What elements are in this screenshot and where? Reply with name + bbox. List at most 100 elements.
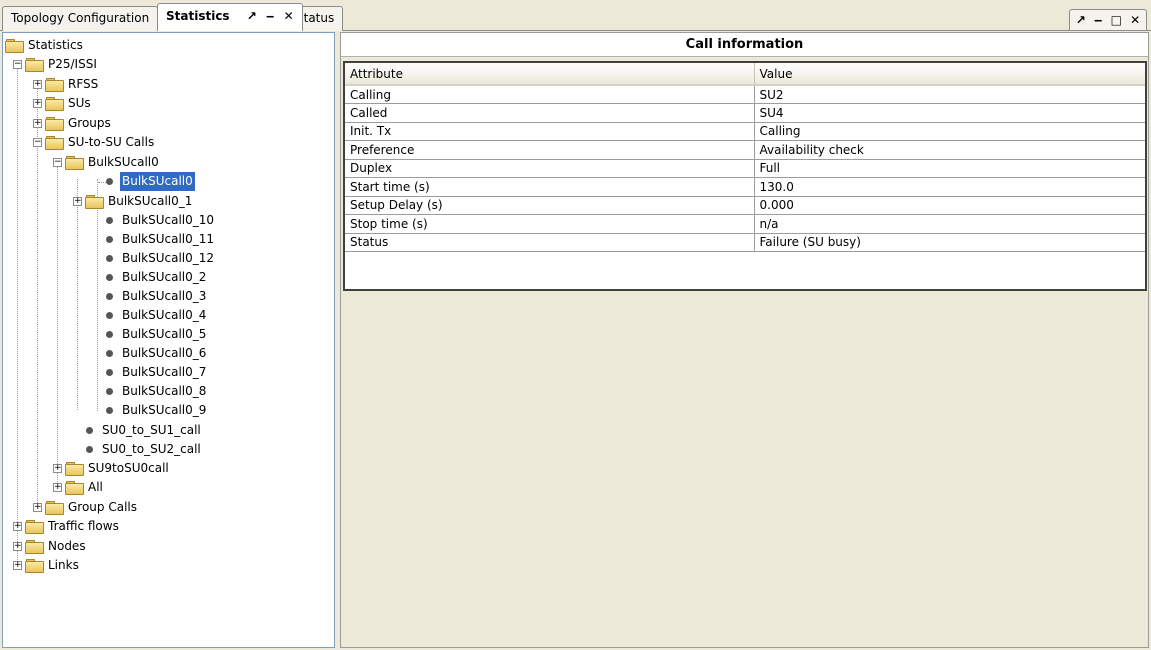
table-row[interactable]: Setup Delay (s) 0.000 — [345, 196, 1145, 215]
maximize-icon[interactable]: □ — [1111, 13, 1122, 27]
value-cell: SU4 — [754, 103, 1145, 123]
expand-toggle[interactable]: + — [33, 80, 42, 89]
value-cell: Failure (SU busy) — [754, 233, 1145, 252]
tree-node-label: BulkSUcall0_4 — [122, 308, 207, 322]
tree-node-sus[interactable]: SUs — [45, 94, 93, 113]
expand-toggle[interactable]: + — [13, 522, 22, 531]
leaf-icon — [106, 178, 113, 185]
tree-node-label: BulkSUcall0 — [88, 155, 159, 169]
tree-leaf-bulksucall0-10[interactable]: BulkSUcall0_10 — [106, 211, 216, 230]
tree-node-label: Nodes — [48, 539, 86, 553]
tree-node-label: BulkSUcall0_11 — [122, 232, 215, 246]
collapse-toggle[interactable]: − — [13, 60, 22, 69]
attribute-cell: Calling — [345, 85, 755, 104]
tree-node-groups[interactable]: Groups — [45, 114, 113, 133]
attribute-cell: Duplex — [345, 159, 755, 178]
attribute-cell: Status — [345, 233, 755, 252]
table-row[interactable]: Start time (s) 130.0 — [345, 177, 1145, 197]
tab-statistics[interactable]: Statistics ↗ ‒ ✕ — [157, 3, 303, 31]
expand-toggle[interactable]: + — [73, 197, 82, 206]
tree-leaf-bulksucall0-4[interactable]: BulkSUcall0_4 — [106, 306, 208, 325]
column-header-value[interactable]: Value — [754, 63, 1145, 86]
tree-node-rfss[interactable]: RFSS — [45, 75, 100, 94]
tree-node-label: BulkSUcall0_8 — [122, 384, 207, 398]
leaf-icon — [106, 312, 113, 319]
tree-leaf-bulksucall0-3[interactable]: BulkSUcall0_3 — [106, 287, 208, 306]
expand-toggle[interactable]: + — [33, 119, 42, 128]
minimize-icon[interactable]: ‒ — [266, 9, 274, 23]
tree-node-label: Traffic flows — [48, 519, 119, 533]
tree-leaf-bulksucall0-6[interactable]: BulkSUcall0_6 — [106, 344, 208, 363]
tree-leaf-su0-to-su2-call[interactable]: SU0_to_SU2_call — [86, 440, 203, 459]
value-cell: Full — [754, 159, 1145, 178]
tree-node-statistics[interactable]: Statistics — [5, 36, 85, 55]
expand-toggle[interactable]: + — [13, 542, 22, 551]
table-row[interactable]: Preference Availability check — [345, 140, 1145, 160]
expand-toggle[interactable]: + — [53, 464, 62, 473]
table-row[interactable]: Stop time (s) n/a — [345, 214, 1145, 234]
statistics-tree[interactable]: Statistics − P25/ISSI + RFSS + SUs + Gro… — [2, 32, 335, 648]
close-icon[interactable]: ✕ — [284, 9, 294, 23]
tree-leaf-bulksucall0-5[interactable]: BulkSUcall0_5 — [106, 325, 208, 344]
tree-node-label: Groups — [68, 116, 111, 130]
expand-toggle[interactable]: + — [33, 99, 42, 108]
expand-toggle[interactable]: + — [53, 483, 62, 492]
leaf-icon — [106, 369, 113, 376]
leaf-icon — [106, 255, 113, 262]
table-row[interactable]: Init. Tx Calling — [345, 122, 1145, 141]
tree-leaf-bulksucall0-9[interactable]: BulkSUcall0_9 — [106, 401, 208, 420]
detach-icon[interactable]: ↗ — [247, 9, 257, 23]
tree-node-nodes[interactable]: Nodes — [25, 537, 88, 556]
attribute-cell: Preference — [345, 140, 755, 160]
tree-node-label: BulkSUcall0_2 — [122, 270, 207, 284]
table-row[interactable]: Calling SU2 — [345, 85, 1145, 104]
tree-node-su-to-su-calls[interactable]: SU-to-SU Calls — [45, 133, 156, 152]
window-controls: ↗ ‒ □ ✕ — [1069, 9, 1147, 30]
leaf-icon — [106, 217, 113, 224]
tree-node-all[interactable]: All — [65, 478, 105, 497]
tree-node-links[interactable]: Links — [25, 556, 81, 575]
folder-icon — [65, 156, 84, 170]
table-row[interactable]: Status Failure (SU busy) — [345, 233, 1145, 252]
folder-icon — [45, 136, 64, 150]
table-row[interactable]: Duplex Full — [345, 159, 1145, 178]
tree-leaf-bulksucall0-12[interactable]: BulkSUcall0_12 — [106, 249, 216, 268]
tree-node-group-calls[interactable]: Group Calls — [45, 498, 139, 517]
tree-leaf-bulksucall0-2[interactable]: BulkSUcall0_2 — [106, 268, 208, 287]
tree-leaf-bulksucall0-7[interactable]: BulkSUcall0_7 — [106, 363, 208, 382]
minimize-icon[interactable]: ‒ — [1094, 13, 1102, 27]
tree-leaf-bulksucall0-11[interactable]: BulkSUcall0_11 — [106, 230, 216, 249]
folder-icon — [25, 58, 44, 72]
expand-toggle[interactable]: + — [33, 503, 42, 512]
folder-icon — [25, 520, 44, 534]
tree-node-label: All — [88, 480, 103, 494]
tree-leaf-bulksucall0-8[interactable]: BulkSUcall0_8 — [106, 382, 208, 401]
tree-node-label: SU9toSU0call — [88, 461, 169, 475]
column-header-attribute[interactable]: Attribute — [345, 63, 755, 86]
tree-connector — [77, 179, 78, 410]
leaf-icon — [106, 293, 113, 300]
tree-leaf-su0-to-su1-call[interactable]: SU0_to_SU1_call — [86, 421, 203, 440]
table-row[interactable]: Called SU4 — [345, 103, 1145, 123]
tree-node-label: Links — [48, 558, 79, 572]
tab-topology-configuration[interactable]: Topology Configuration — [2, 6, 159, 31]
tree-node-label: P25/ISSI — [48, 57, 97, 71]
tree-node-bulksucall0[interactable]: BulkSUcall0 — [65, 153, 161, 172]
tree-node-traffic-flows[interactable]: Traffic flows — [25, 517, 121, 536]
tree-node-su9tosu0call[interactable]: SU9toSU0call — [65, 459, 171, 478]
tree-node-label: SU0_to_SU1_call — [102, 423, 201, 437]
tree-leaf-bulksucall0[interactable]: BulkSUcall0 — [106, 172, 195, 191]
collapse-toggle[interactable]: − — [53, 158, 62, 167]
close-icon[interactable]: ✕ — [1130, 13, 1140, 27]
tree-node-bulksucall0-1[interactable]: BulkSUcall0_1 — [85, 192, 194, 211]
expand-toggle[interactable]: + — [13, 561, 22, 570]
collapse-toggle[interactable]: − — [33, 138, 42, 147]
tree-node-p25-issi[interactable]: P25/ISSI — [25, 55, 99, 74]
detach-icon[interactable]: ↗ — [1076, 13, 1086, 27]
value-cell: Availability check — [754, 140, 1145, 160]
tab-strip: Topology Configuration Statistics ↗ ‒ ✕ … — [0, 0, 1151, 32]
call-attributes-table[interactable]: Attribute Value Calling SU2 Called SU4 Ini… — [343, 61, 1147, 291]
leaf-icon — [106, 274, 113, 281]
tree-node-label: Group Calls — [68, 500, 137, 514]
folder-icon — [25, 559, 44, 573]
